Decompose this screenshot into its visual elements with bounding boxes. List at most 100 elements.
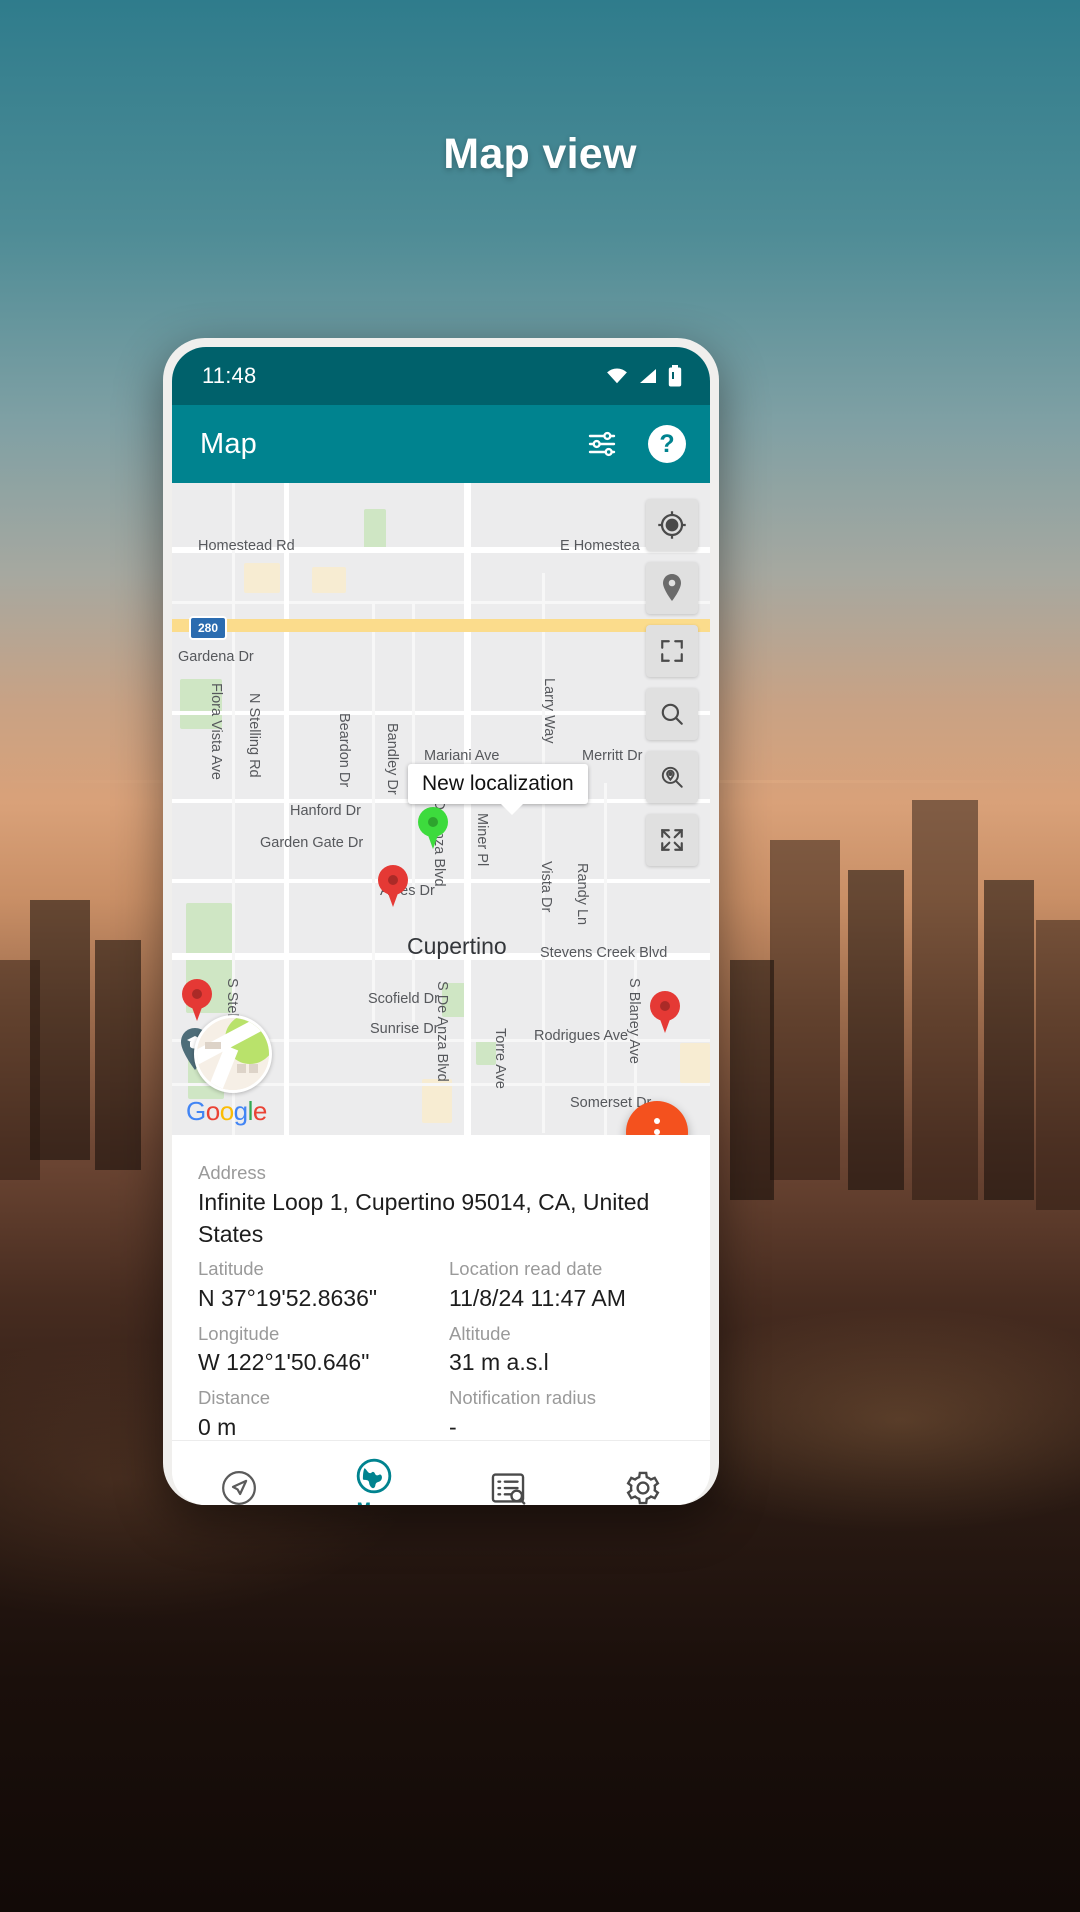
list-search-icon: [492, 1472, 526, 1505]
distance-value: 0 m: [198, 1413, 237, 1440]
map-pin-green[interactable]: [418, 807, 448, 849]
map-label: Merritt Dr: [582, 748, 643, 764]
altitude-value: 31 m a.s.l: [449, 1349, 549, 1376]
expand-icon[interactable]: [646, 814, 698, 866]
map-label: Hanford Dr: [290, 803, 361, 819]
map-label: Garden Gate Dr: [260, 835, 364, 851]
map-highway: [172, 619, 710, 632]
info-row: Longitude W 122°1'50.646" Altitude 31 m …: [198, 1322, 684, 1386]
map-label: Cupertino: [407, 933, 507, 959]
map-label: S De Anza Blvd: [434, 981, 450, 1082]
map-label: Scofield Dr: [368, 991, 439, 1007]
map-landuse: [244, 563, 280, 593]
map-pin-red[interactable]: [378, 865, 408, 907]
background-building: [0, 960, 40, 1180]
altitude-label: Altitude: [449, 1322, 511, 1344]
map-pin-red[interactable]: [182, 979, 212, 1021]
app-bar-actions: ?: [584, 425, 686, 463]
latitude-value: N 37°19'52.8636": [198, 1285, 378, 1312]
nav-item-map-label: Map: [357, 1499, 391, 1506]
map-label: S Blaney Ave: [626, 978, 642, 1064]
location-read-date-value: 11/8/24 11:47 AM: [449, 1285, 626, 1312]
search-location-icon[interactable]: [646, 751, 698, 803]
status-icons: [606, 365, 682, 387]
map-green-area: [364, 509, 386, 551]
place-marker-icon[interactable]: [646, 562, 698, 614]
nav-item-settings[interactable]: [576, 1469, 711, 1506]
map-label: Homestead Rd: [198, 538, 295, 554]
info-row: Latitude N 37°19'52.8636" Location read …: [198, 1257, 684, 1321]
phone-mockup: 11:48 Map ? 280 Homestead Rd E Homestea …: [163, 338, 719, 1505]
filter-settings-icon[interactable]: [584, 426, 620, 462]
notification-radius-value: -: [449, 1413, 457, 1440]
compass-icon: [222, 1470, 257, 1505]
help-icon[interactable]: ?: [648, 425, 686, 463]
map-label: Flora Vista Ave: [208, 683, 224, 780]
map-pin-red[interactable]: [650, 991, 680, 1033]
background-building: [95, 940, 141, 1170]
map-label: Gardena Dr: [178, 649, 254, 665]
map-label: Mariani Ave: [424, 748, 500, 764]
location-read-date-label: Location read date: [449, 1258, 603, 1280]
search-icon[interactable]: [646, 688, 698, 740]
map-tooltip[interactable]: New localization: [408, 764, 588, 815]
latitude-label: Latitude: [198, 1258, 264, 1280]
map-road: [284, 483, 289, 1135]
background-building: [770, 840, 840, 1180]
background-building: [848, 870, 904, 1190]
street-view-thumbnail[interactable]: [194, 1015, 272, 1093]
map-label: Larry Way: [541, 678, 557, 744]
background-building: [1036, 920, 1080, 1210]
status-time: 11:48: [202, 363, 257, 388]
gear-icon: [626, 1471, 660, 1504]
app-bar: Map ?: [172, 405, 710, 483]
map-road: [542, 573, 545, 1133]
status-bar: 11:48: [172, 347, 710, 405]
map-road: [464, 483, 471, 1135]
signal-icon: [640, 369, 656, 383]
phone-screen: 11:48 Map ? 280 Homestead Rd E Homestea …: [172, 347, 710, 1505]
address-value: Infinite Loop 1, Cupertino 95014, CA, Un…: [198, 1188, 650, 1248]
map-label: Bandley Dr: [384, 723, 400, 795]
google-attribution: Google: [186, 1096, 267, 1126]
map-label: E Homestea: [560, 538, 640, 554]
map-label: Sunrise Dr: [370, 1021, 439, 1037]
map-label: Beardon Dr: [336, 713, 352, 788]
my-location-icon[interactable]: [646, 499, 698, 551]
highway-shield-label: 280: [197, 621, 219, 635]
map-road: [372, 603, 375, 1023]
background-building: [984, 880, 1034, 1200]
map-label: Stevens Creek Blvd: [540, 945, 668, 961]
info-row: Distance 0 m Notification radius -: [198, 1386, 684, 1450]
wifi-icon: [607, 368, 627, 384]
highway-shield: 280: [189, 616, 227, 640]
distance-label: Distance: [198, 1386, 270, 1408]
map-canvas[interactable]: 280 Homestead Rd E Homestea Gardena Dr Flor…: [172, 483, 710, 1135]
globe-icon: [356, 1458, 392, 1493]
map-road: [172, 601, 710, 604]
longitude-value: W 122°1'50.646": [198, 1349, 370, 1376]
map-landuse: [312, 567, 346, 593]
map-label: Vista Dr: [538, 861, 554, 913]
background-building: [912, 800, 978, 1200]
map-label: N Stelling Rd: [246, 693, 262, 778]
app-bar-title: Map: [200, 427, 258, 460]
background-building: [730, 960, 774, 1200]
map-label: Randy Ln: [574, 863, 590, 926]
longitude-label: Longitude: [198, 1322, 280, 1344]
notification-radius-label: Notification radius: [449, 1386, 597, 1408]
page-title: Map view: [443, 130, 637, 178]
nav-item-compass[interactable]: [172, 1469, 307, 1506]
nav-item-map[interactable]: Map: [307, 1457, 442, 1506]
nav-item-list-search[interactable]: [441, 1469, 576, 1506]
map-label: Torre Ave: [492, 1028, 508, 1089]
map-landuse: [680, 1043, 710, 1083]
map-controls: [646, 499, 698, 866]
map-label: Rodrigues Ave: [534, 1028, 629, 1044]
fullscreen-icon[interactable]: [646, 625, 698, 677]
map-road: [412, 603, 415, 1023]
map-label: Miner Pl: [474, 813, 490, 867]
location-info-card: Address Infinite Loop 1, Cupertino 95014…: [172, 1135, 710, 1440]
battery-icon: [668, 365, 682, 387]
address-label: Address: [198, 1162, 266, 1183]
